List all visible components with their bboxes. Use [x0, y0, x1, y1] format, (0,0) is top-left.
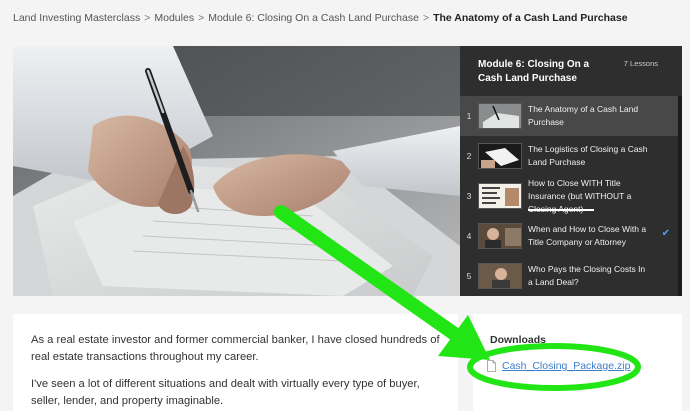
lesson-item-4[interactable]: 4 When and How to Close With a Title Com…: [460, 216, 682, 256]
sidebar-header: Module 6: Closing On a Cash Land Purchas…: [460, 46, 682, 96]
lesson-number: 5: [466, 271, 472, 281]
breadcrumb-modules-link[interactable]: Modules: [154, 12, 194, 24]
sidebar-scrollbar[interactable]: [678, 96, 682, 296]
breadcrumb-masterclass-link[interactable]: Land Investing Masterclass: [13, 12, 140, 24]
lesson-thumbnail: [478, 263, 522, 289]
lesson-title: Who Pays the Closing Costs In a Land Dea…: [528, 264, 646, 287]
downloads-panel: Downloads Cash_Closing_Package.zip: [473, 314, 682, 411]
lesson-number: 2: [466, 151, 472, 161]
lesson-content: As a real estate investor and former com…: [13, 314, 458, 411]
lesson-thumbnail: [478, 223, 522, 249]
lesson-count: 7 Lessons: [623, 59, 658, 68]
module-title: Module 6: Closing On a Cash Land Purchas…: [478, 59, 590, 84]
lesson-sidebar: Module 6: Closing On a Cash Land Purchas…: [460, 46, 682, 296]
hero-image: [13, 46, 460, 296]
content-paragraph: As a real estate investor and former com…: [31, 334, 440, 363]
document-icon: [487, 360, 496, 372]
lesson-progress-bar: [528, 209, 594, 211]
lesson-item-1[interactable]: 1 The Anatomy of a Cash Land Purchase: [460, 96, 682, 136]
lesson-item-5[interactable]: 5 Who Pays the Closing Costs In a Land D…: [460, 256, 682, 296]
lesson-title: When and How to Close With a Title Compa…: [528, 224, 647, 247]
lesson-number: 3: [466, 191, 472, 201]
lesson-thumbnail: [478, 143, 522, 169]
breadcrumb-separator: >: [144, 12, 151, 24]
lesson-thumbnail: [478, 103, 522, 129]
breadcrumb-current-page: The Anatomy of a Cash Land Purchase: [433, 12, 628, 24]
lesson-number: 1: [466, 111, 472, 121]
lesson-item-3[interactable]: 3 How to Close WITH Title Insurance (but…: [460, 176, 682, 216]
completed-check-icon: ✔: [661, 228, 670, 239]
lesson-title: The Anatomy of a Cash Land Purchase: [528, 104, 639, 127]
lesson-number: 4: [466, 231, 472, 241]
lesson-title: The Logistics of Closing a Cash Land Pur…: [528, 144, 648, 167]
downloads-heading: Downloads: [490, 334, 547, 346]
lesson-thumbnail: [478, 183, 522, 209]
breadcrumb: Land Investing Masterclass > Modules > Modul…: [13, 12, 628, 24]
content-paragraph: I've seen a lot of different situations …: [31, 378, 420, 407]
video-player[interactable]: [13, 46, 460, 296]
download-file-name: Cash_Closing_Package.zip: [502, 360, 631, 372]
breadcrumb-separator: >: [198, 12, 205, 24]
breadcrumb-separator: >: [422, 12, 430, 24]
breadcrumb-module-6-link[interactable]: Module 6: Closing On a Cash Land Purchas…: [208, 12, 419, 24]
download-file-link[interactable]: Cash_Closing_Package.zip: [487, 360, 630, 372]
lesson-item-2[interactable]: 2 The Logistics of Closing a Cash Land P…: [460, 136, 682, 176]
